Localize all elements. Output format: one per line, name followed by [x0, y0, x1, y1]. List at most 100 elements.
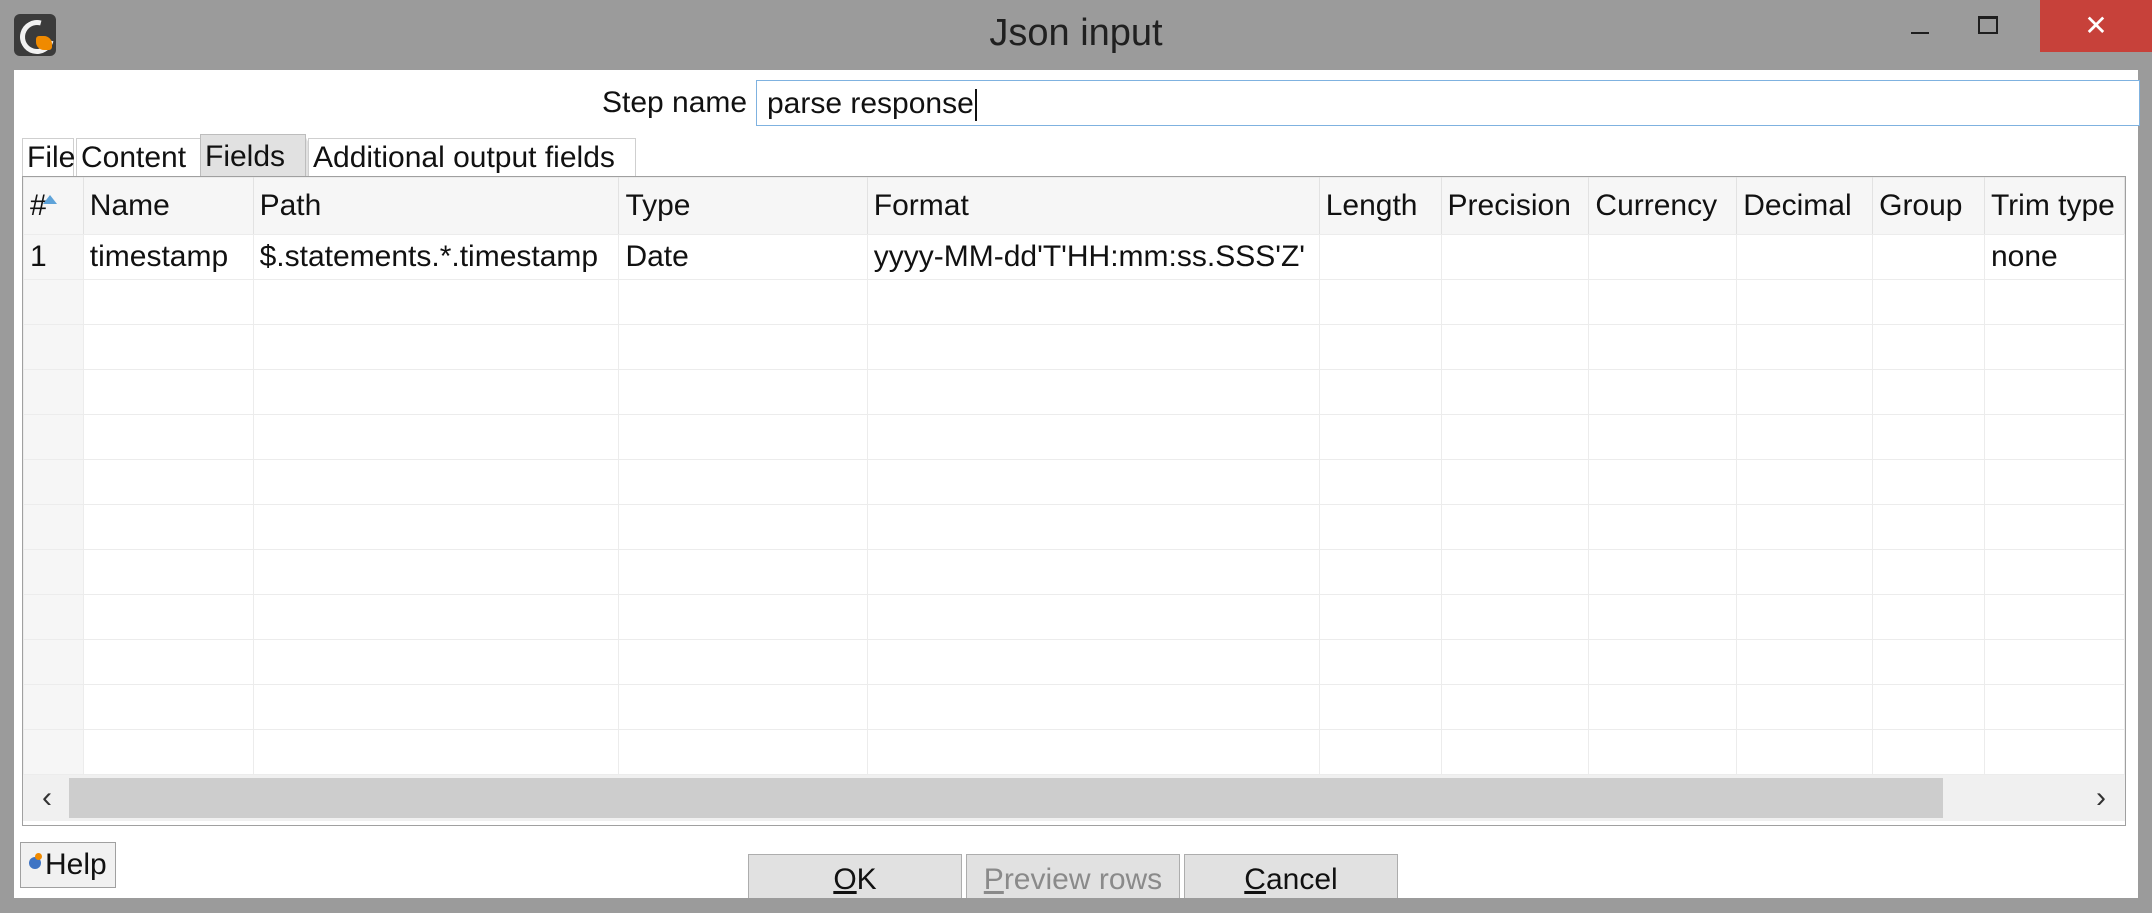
table-cell[interactable]	[82, 549, 254, 595]
table-cell[interactable]	[1440, 549, 1590, 595]
table-cell[interactable]	[1872, 504, 1985, 550]
table-cell[interactable]	[82, 639, 254, 685]
table-cell[interactable]	[82, 414, 254, 460]
table-cell[interactable]	[866, 504, 1320, 550]
table-cell[interactable]	[1983, 324, 2125, 370]
cell-name[interactable]: timestamp	[82, 234, 254, 280]
table-cell[interactable]	[1588, 279, 1738, 325]
close-button[interactable]: ✕	[2040, 0, 2152, 52]
table-cell[interactable]	[618, 594, 868, 640]
table-cell[interactable]	[1440, 639, 1590, 685]
table-cell[interactable]	[1983, 369, 2125, 415]
cell-row-number[interactable]: 1	[23, 234, 84, 280]
table-cell[interactable]	[1872, 594, 1985, 640]
table-cell[interactable]	[1318, 639, 1442, 685]
table-cell[interactable]	[1318, 414, 1442, 460]
table-cell[interactable]	[252, 459, 620, 505]
scroll-right-icon[interactable]: ›	[2083, 775, 2119, 821]
column-header-group[interactable]: Group	[1872, 177, 1985, 235]
column-header-name[interactable]: Name	[82, 177, 254, 235]
cell-format[interactable]: yyyy-MM-dd'T'HH:mm:ss.SSS'Z'	[866, 234, 1320, 280]
table-cell[interactable]	[1983, 594, 2125, 640]
cancel-button[interactable]: Cancel	[1184, 854, 1398, 898]
table-row[interactable]	[23, 369, 2125, 415]
table-cell[interactable]	[618, 639, 868, 685]
table-cell[interactable]	[1872, 459, 1985, 505]
minimize-button[interactable]	[1892, 0, 1948, 52]
table-cell[interactable]	[618, 684, 868, 730]
table-cell[interactable]	[1588, 594, 1738, 640]
table-cell[interactable]	[1318, 729, 1442, 775]
table-cell[interactable]	[618, 414, 868, 460]
table-row[interactable]	[23, 414, 2125, 460]
table-cell[interactable]	[1318, 594, 1442, 640]
step-name-input[interactable]: parse response	[756, 80, 2140, 126]
cell-currency[interactable]	[1588, 234, 1738, 280]
table-cell[interactable]	[23, 279, 84, 325]
ok-button[interactable]: OK	[748, 854, 962, 898]
tab-additional-output-fields[interactable]: Additional output fields	[308, 138, 636, 176]
table-cell[interactable]	[618, 324, 868, 370]
table-cell[interactable]	[866, 369, 1320, 415]
table-cell[interactable]	[866, 594, 1320, 640]
table-cell[interactable]	[23, 369, 84, 415]
table-cell[interactable]	[618, 369, 868, 415]
table-cell[interactable]	[1588, 324, 1738, 370]
cell-group[interactable]	[1872, 234, 1985, 280]
tab-fields[interactable]: Fields	[200, 134, 306, 176]
cell-path[interactable]: $.statements.*.timestamp	[252, 234, 620, 280]
table-cell[interactable]	[82, 324, 254, 370]
cell-decimal[interactable]	[1736, 234, 1874, 280]
table-row[interactable]	[23, 594, 2125, 640]
table-cell[interactable]	[1736, 504, 1874, 550]
table-cell[interactable]	[618, 729, 868, 775]
table-cell[interactable]	[1440, 594, 1590, 640]
table-cell[interactable]	[252, 324, 620, 370]
cell-precision[interactable]	[1440, 234, 1590, 280]
table-cell[interactable]	[1440, 324, 1590, 370]
column-header-length[interactable]: Length	[1318, 177, 1442, 235]
table-cell[interactable]	[82, 279, 254, 325]
table-cell[interactable]	[1736, 369, 1874, 415]
table-cell[interactable]	[1588, 369, 1738, 415]
table-cell[interactable]	[1872, 684, 1985, 730]
scroll-left-icon[interactable]: ‹	[29, 775, 65, 821]
table-row[interactable]: 1 timestamp $.statements.*.timestamp Dat…	[23, 234, 2125, 280]
table-cell[interactable]	[252, 639, 620, 685]
table-cell[interactable]	[1983, 279, 2125, 325]
table-cell[interactable]	[1983, 414, 2125, 460]
table-cell[interactable]	[252, 684, 620, 730]
table-cell[interactable]	[1440, 684, 1590, 730]
table-cell[interactable]	[23, 549, 84, 595]
table-cell[interactable]	[1736, 279, 1874, 325]
table-cell[interactable]	[252, 549, 620, 595]
table-row[interactable]	[23, 639, 2125, 685]
table-cell[interactable]	[866, 414, 1320, 460]
table-cell[interactable]	[1736, 414, 1874, 460]
column-header-currency[interactable]: Currency	[1588, 177, 1738, 235]
table-cell[interactable]	[866, 459, 1320, 505]
table-cell[interactable]	[82, 369, 254, 415]
table-cell[interactable]	[82, 594, 254, 640]
column-header-path[interactable]: Path	[252, 177, 620, 235]
table-cell[interactable]	[1736, 549, 1874, 595]
table-cell[interactable]	[252, 414, 620, 460]
table-cell[interactable]	[1440, 729, 1590, 775]
table-cell[interactable]	[618, 504, 868, 550]
table-cell[interactable]	[1872, 369, 1985, 415]
table-cell[interactable]	[1318, 369, 1442, 415]
table-row[interactable]	[23, 684, 2125, 730]
table-cell[interactable]	[866, 639, 1320, 685]
column-header-format[interactable]: Format	[866, 177, 1320, 235]
table-cell[interactable]	[1318, 549, 1442, 595]
table-cell[interactable]	[82, 504, 254, 550]
table-cell[interactable]	[252, 594, 620, 640]
table-cell[interactable]	[1318, 279, 1442, 325]
table-cell[interactable]	[23, 324, 84, 370]
table-cell[interactable]	[23, 729, 84, 775]
cell-type[interactable]: Date	[618, 234, 868, 280]
table-cell[interactable]	[1588, 549, 1738, 595]
table-cell[interactable]	[1983, 504, 2125, 550]
maximize-button[interactable]	[1960, 0, 2016, 52]
table-cell[interactable]	[23, 414, 84, 460]
